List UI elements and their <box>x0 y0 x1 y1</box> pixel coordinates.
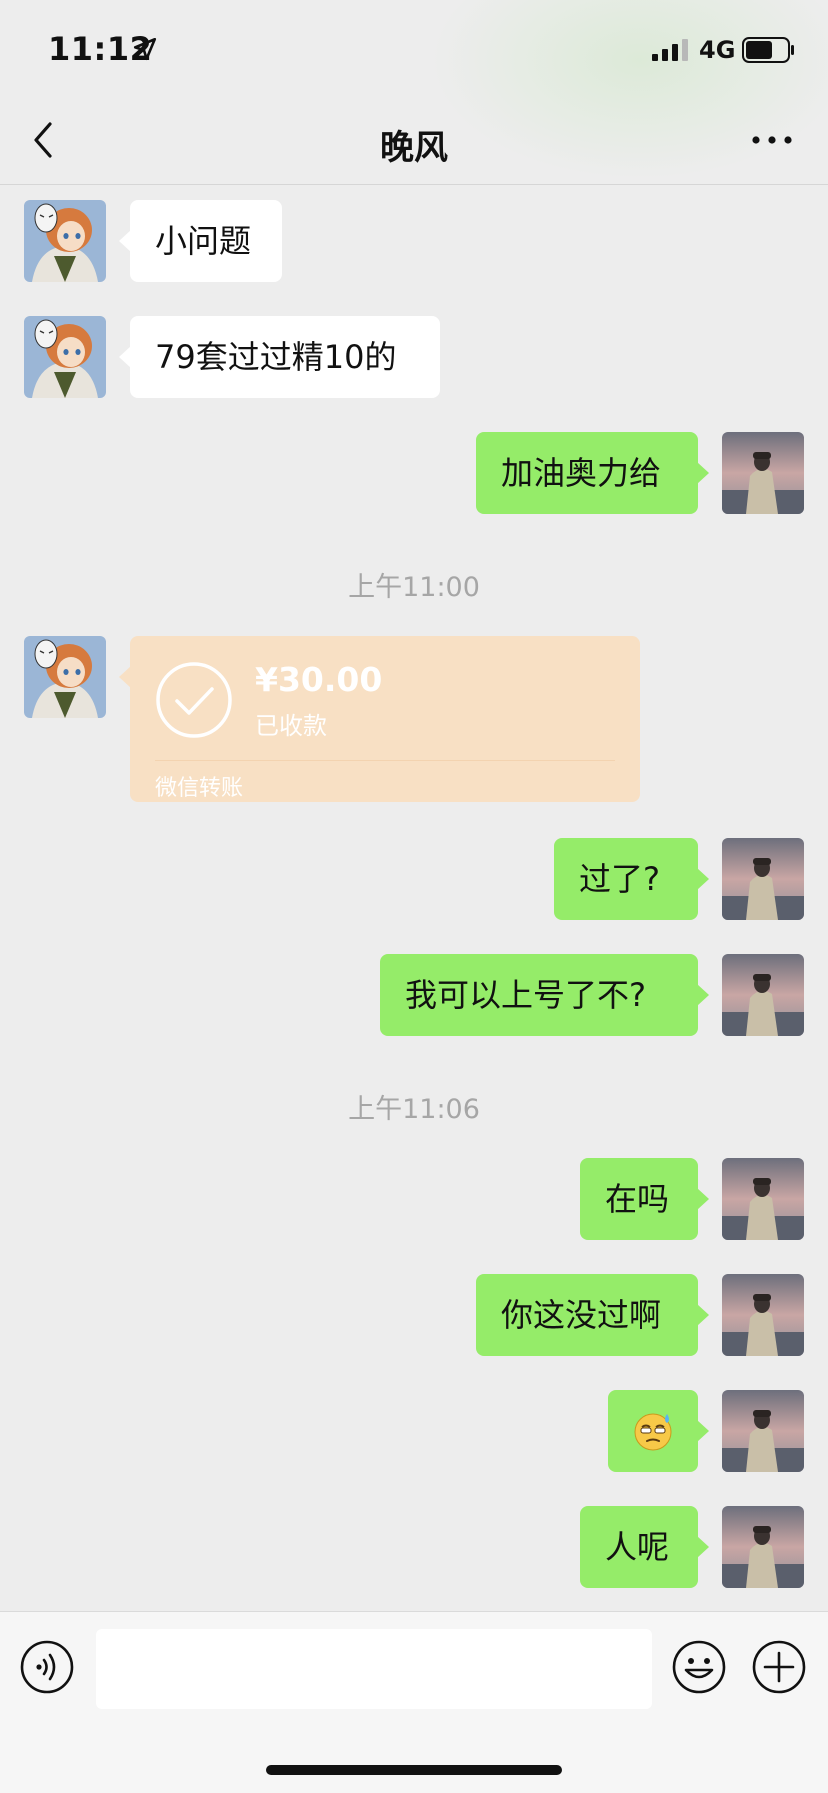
sweat-face-emoji-icon <box>634 1413 672 1451</box>
message-bubble-sent[interactable]: 加油奥力给 <box>476 432 709 514</box>
more-dots-icon[interactable] <box>748 126 796 154</box>
timestamp: 上午11:00 <box>348 572 480 603</box>
message-bubble-received[interactable]: 小问题 <box>119 200 282 282</box>
cellular-signal-icon <box>652 39 688 61</box>
message-text: 你这没过啊 <box>501 1296 662 1334</box>
transfer-card[interactable]: ¥30.00 已收款 微信转账 <box>119 636 640 802</box>
location-arrow-icon <box>133 37 157 61</box>
divider <box>155 760 615 761</box>
message-text: 我可以上号了不? <box>405 976 646 1014</box>
my-avatar[interactable] <box>722 1506 804 1588</box>
contact-avatar[interactable] <box>24 200 106 282</box>
home-indicator <box>266 1765 562 1775</box>
battery-icon <box>742 37 794 63</box>
my-avatar[interactable] <box>722 954 804 1036</box>
my-avatar[interactable] <box>722 1158 804 1240</box>
message-bubble-sent[interactable]: 在吗 <box>580 1158 709 1240</box>
transfer-amount: ¥30.00 <box>255 660 383 699</box>
my-avatar[interactable] <box>722 1390 804 1472</box>
contact-avatar[interactable] <box>24 316 106 398</box>
my-avatar[interactable] <box>722 432 804 514</box>
status-bar: 11:12 4G <box>0 0 828 96</box>
message-text: 在吗 <box>605 1180 670 1218</box>
message-bubble-received[interactable]: 79套过过精10的 <box>119 316 440 398</box>
message-bubble-sent[interactable] <box>608 1390 709 1472</box>
message-input[interactable] <box>96 1629 652 1709</box>
network-label: 4G <box>699 36 736 64</box>
voice-icon[interactable] <box>20 1640 74 1694</box>
check-circle-icon <box>156 662 232 738</box>
transfer-label: 微信转账 <box>155 776 244 801</box>
transfer-status: 已收款 <box>255 712 327 740</box>
message-text: 人呢 <box>605 1528 670 1566</box>
message-text: 小问题 <box>155 222 252 260</box>
nav-bar: 晚风 <box>0 96 828 185</box>
message-bubble-sent[interactable]: 人呢 <box>580 1506 709 1588</box>
plus-circle-icon[interactable] <box>752 1640 806 1694</box>
message-bubble-sent[interactable]: 我可以上号了不? <box>380 954 709 1036</box>
message-text: 过了? <box>579 860 660 898</box>
message-bubble-sent[interactable]: 过了? <box>554 838 709 920</box>
smiley-icon[interactable] <box>672 1640 726 1694</box>
contact-avatar[interactable] <box>24 636 106 718</box>
my-avatar[interactable] <box>722 1274 804 1356</box>
chat-title: 晚风 <box>380 128 448 168</box>
message-text: 加油奥力给 <box>501 454 662 492</box>
message-bubble-sent[interactable]: 你这没过啊 <box>476 1274 709 1356</box>
my-avatar[interactable] <box>722 838 804 920</box>
input-bar <box>0 1611 828 1793</box>
message-text: 79套过过精10的 <box>155 338 397 376</box>
timestamp: 上午11:06 <box>348 1094 480 1125</box>
